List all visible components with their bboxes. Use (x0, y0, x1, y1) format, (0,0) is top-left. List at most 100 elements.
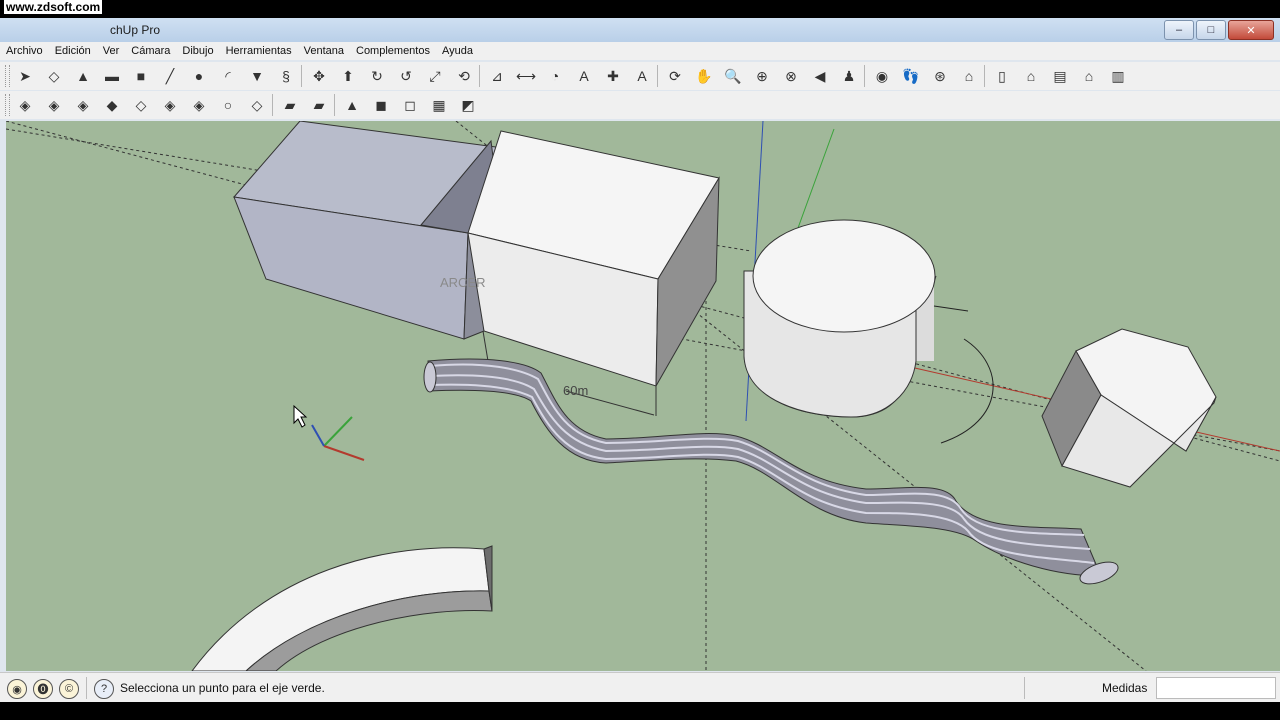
measures-label: Medidas (1102, 681, 1148, 695)
watermark-text: www.zdsoft.com (4, 0, 103, 14)
smoove-icon[interactable]: ▰ (279, 94, 301, 116)
top-view-icon[interactable]: ▯ (991, 65, 1013, 87)
back-edges-icon[interactable]: ◈ (188, 94, 210, 116)
curved-beam (191, 545, 493, 671)
shaded-textures-icon[interactable]: ◇ (130, 94, 152, 116)
white-box (467, 130, 720, 387)
window-title: chUp Pro (110, 23, 161, 37)
wireframe-style-icon[interactable]: ◈ (43, 94, 65, 116)
cylinder (743, 219, 937, 418)
add-detail-icon[interactable]: ◼ (370, 94, 392, 116)
arc-edge (933, 305, 969, 312)
toolbar-separator (301, 65, 302, 87)
hidden-line-style-icon[interactable]: ◈ (72, 94, 94, 116)
menu-camara[interactable]: Cámara (125, 45, 176, 57)
status-divider (86, 677, 87, 699)
monochrome-style-icon[interactable]: ◈ (159, 94, 181, 116)
dimension-tool-icon[interactable]: ⟷ (515, 65, 537, 87)
stamp-icon[interactable]: ▰ (308, 94, 330, 116)
left-view-icon[interactable]: ▥ (1107, 65, 1129, 87)
menu-dibujo[interactable]: Dibujo (176, 45, 219, 57)
move-tool-icon[interactable]: ✥ (308, 65, 330, 87)
xray-style-icon[interactable]: ◈ (14, 94, 36, 116)
right-view-icon[interactable]: ▤ (1049, 65, 1071, 87)
sketchup-window: chUp Pro – □ ✕ Archivo Edición Ver Cámar… (0, 18, 1280, 720)
toolbar-grip[interactable] (5, 65, 10, 87)
menu-bar: Archivo Edición Ver Cámara Dibujo Herram… (0, 42, 1280, 60)
pan-tool-icon[interactable]: ✋ (693, 65, 715, 87)
zoom-extents-icon[interactable]: ⊗ (780, 65, 802, 87)
menu-edicion[interactable]: Edición (49, 45, 97, 57)
menu-archivo[interactable]: Archivo (0, 45, 49, 57)
arc-guide (940, 338, 994, 444)
toolbar-separator (864, 65, 865, 87)
axes-tool-icon[interactable]: ✚ (602, 65, 624, 87)
scale-tool-icon[interactable]: ⤢ (424, 65, 446, 87)
walk-tool-icon[interactable]: 👣 (900, 65, 922, 87)
polygon-tool-icon[interactable]: ▼ (246, 65, 268, 87)
paint-bucket-icon[interactable]: ▲ (72, 65, 94, 87)
zoom-tool-icon[interactable]: 🔍 (722, 65, 744, 87)
previous-view-icon[interactable]: ◀ (809, 65, 831, 87)
orbit-tool-icon[interactable]: ⟳ (664, 65, 686, 87)
rectangle-tool-icon[interactable]: ■ (130, 65, 152, 87)
front-view-icon[interactable]: ⌂ (1020, 65, 1042, 87)
text-tool-icon[interactable]: A (573, 65, 595, 87)
drape-icon[interactable]: ▲ (341, 94, 363, 116)
toolbar-separator (657, 65, 658, 87)
position-camera-icon[interactable]: ♟ (838, 65, 860, 87)
terrain-icon[interactable]: ▦ (428, 94, 450, 116)
hexagon-prism (1041, 328, 1217, 488)
measures-input[interactable] (1156, 677, 1276, 699)
minimize-button[interactable]: – (1164, 20, 1194, 40)
maximize-button[interactable]: □ (1196, 20, 1226, 40)
protractor-icon[interactable]: ◔ (544, 65, 566, 87)
help-icon[interactable]: ? (94, 679, 114, 699)
main-toolbar: ➤ ◇ ▲ ▬ ■ ╱ ● ◜ ▼ § ✥ ⬆ ↻ ↺ ⤢ ⟲ ⊿ ⟷ ◔ A ✚ A ⟳ ✋ 🔍 ⊕ ⊗ ◀ ♟ ◉ 👣 ⊛ ⌂ ▯ ⌂ ▤ ⌂ ▥ (0, 62, 1280, 90)
ghost-text: ARCER (440, 275, 486, 290)
arc-tool-icon[interactable]: ◜ (217, 65, 239, 87)
menu-ventana[interactable]: Ventana (298, 45, 350, 57)
drawing-area[interactable]: ARCER 60m (6, 121, 1280, 671)
window-controls: – □ ✕ (1164, 20, 1274, 40)
menu-complementos[interactable]: Complementos (350, 45, 436, 57)
push-pull-icon[interactable]: ⬆ (337, 65, 359, 87)
status-hint: Selecciona un punto para el eje verde. (120, 681, 325, 695)
zoom-window-icon[interactable]: ⊕ (751, 65, 773, 87)
section-plane-icon[interactable]: ⊛ (929, 65, 951, 87)
select-tool-icon[interactable]: ➤ (14, 65, 36, 87)
sandbox-scratch-icon[interactable]: ◇ (246, 94, 268, 116)
back-view-icon[interactable]: ⌂ (1078, 65, 1100, 87)
secondary-toolbar: ◈ ◈ ◈ ◆ ◇ ◈ ◈ ○ ◇ ▰ ▰ ▲ ◼ ◻ ▦ ◩ (0, 91, 1280, 119)
user-icon[interactable]: © (59, 679, 79, 699)
close-button[interactable]: ✕ (1228, 20, 1274, 40)
status-divider-2 (1024, 677, 1025, 699)
circle-tool-icon[interactable]: ● (188, 65, 210, 87)
mouse-cursor-icon (293, 404, 308, 428)
toolbar-separator (272, 94, 273, 116)
sandbox-extra-icon[interactable]: ◩ (457, 94, 479, 116)
shaded-style-icon[interactable]: ◆ (101, 94, 123, 116)
toolbar-grip[interactable] (5, 94, 10, 116)
3d-text-icon[interactable]: A (631, 65, 653, 87)
eraser-icon[interactable]: ▬ (101, 65, 123, 87)
iso-view-icon[interactable]: ⌂ (958, 65, 980, 87)
line-tool-icon[interactable]: ╱ (159, 65, 181, 87)
look-around-icon[interactable]: ◉ (871, 65, 893, 87)
make-component-icon[interactable]: ◇ (43, 65, 65, 87)
axis-gizmo (311, 416, 365, 461)
credits-icon[interactable]: ⓿ (33, 679, 53, 699)
menu-ayuda[interactable]: Ayuda (436, 45, 479, 57)
rotate-tool-icon[interactable]: ↻ (366, 65, 388, 87)
model-scene: ARCER 60m (6, 121, 1280, 671)
toolbar-separator (984, 65, 985, 87)
flip-edge-icon[interactable]: ◻ (399, 94, 421, 116)
menu-herramientas[interactable]: Herramientas (220, 45, 298, 57)
sandbox-contours-icon[interactable]: ○ (217, 94, 239, 116)
tape-measure-icon[interactable]: ⊿ (486, 65, 508, 87)
follow-me-icon[interactable]: ↺ (395, 65, 417, 87)
menu-ver[interactable]: Ver (97, 45, 126, 57)
offset-tool-icon[interactable]: ⟲ (453, 65, 475, 87)
geolocation-icon[interactable]: ◉ (7, 679, 27, 699)
freehand-tool-icon[interactable]: § (275, 65, 297, 87)
